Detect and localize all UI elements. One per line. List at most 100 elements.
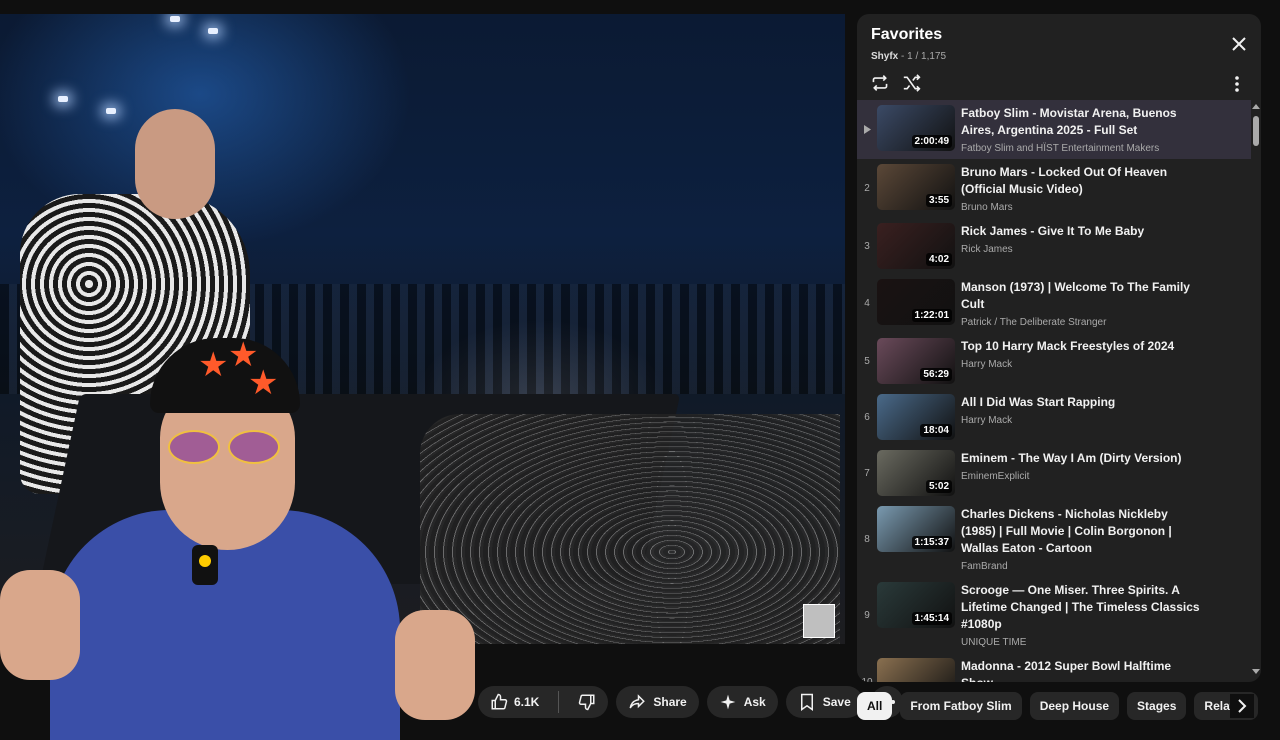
playlist-item-index: 3 bbox=[864, 240, 870, 252]
video-thumbnail[interactable]: 1:15:37 bbox=[877, 506, 955, 552]
playlist-item-index: 6 bbox=[864, 411, 870, 423]
playlist-item-index: 8 bbox=[864, 533, 870, 545]
loop-icon bbox=[872, 75, 888, 91]
share-button[interactable]: Share bbox=[616, 686, 699, 718]
now-playing-indicator bbox=[857, 105, 877, 154]
video-title[interactable]: Scrooge — One Miser. Three Spirits. A Li… bbox=[961, 582, 1201, 633]
ask-button[interactable]: Ask bbox=[706, 686, 778, 718]
chip-deep-house[interactable]: Deep House bbox=[1029, 692, 1120, 720]
playlist-scrollbar[interactable] bbox=[1252, 104, 1260, 674]
smiley-icon bbox=[199, 555, 211, 567]
video-title[interactable]: All I Did Was Start Rapping bbox=[961, 394, 1201, 411]
chip-stages[interactable]: Stages bbox=[1127, 692, 1187, 720]
playlist-item-index: 4 bbox=[864, 298, 870, 309]
video-thumbnail[interactable]: 1:22:01 bbox=[877, 279, 955, 325]
video-channel[interactable]: Harry Mack bbox=[961, 415, 1201, 426]
video-meta: Eminem - The Way I Am (Dirty Version) Emi… bbox=[961, 450, 1201, 496]
divider bbox=[558, 691, 560, 713]
dj-head bbox=[135, 109, 215, 219]
video-thumbnail[interactable]: 18:04 bbox=[877, 394, 955, 440]
video-channel[interactable]: FamBrand bbox=[961, 561, 1201, 572]
video-duration: 1:15:37 bbox=[911, 536, 952, 549]
video-channel[interactable]: Bruno Mars bbox=[961, 202, 1201, 213]
playlist-item[interactable]: 1012:53Madonna - 2012 Super Bowl Halftim… bbox=[857, 653, 1251, 682]
video-channel[interactable]: UNIQUE TIME bbox=[961, 637, 1201, 648]
video-thumbnail[interactable]: 56:29 bbox=[877, 338, 955, 384]
video-title[interactable]: Top 10 Harry Mack Freestyles of 2024 bbox=[961, 338, 1201, 355]
video-thumbnail[interactable]: 3:55 bbox=[877, 164, 955, 210]
stage-light bbox=[58, 96, 68, 102]
playlist-item[interactable]: 5 56:29 Top 10 Harry Mack Freestyles of 20… bbox=[857, 333, 1251, 389]
playlist-item[interactable]: 2:00:49 Fatboy Slim - Movistar Arena, Bue… bbox=[857, 100, 1251, 159]
video-title[interactable]: Eminem - The Way I Am (Dirty Version) bbox=[961, 450, 1201, 467]
video-channel[interactable]: Harry Mack bbox=[961, 359, 1201, 370]
stage-light bbox=[170, 16, 180, 22]
shuffle-button[interactable] bbox=[901, 72, 923, 94]
playlist-item[interactable]: 8 1:15:37 Charles Dickens - Nicholas Nickl… bbox=[857, 501, 1251, 577]
video-meta: Manson (1973) | Welcome To The Family Cu… bbox=[961, 279, 1201, 328]
star-icon: ★ bbox=[198, 346, 229, 384]
video-thumbnail[interactable]: 12:53 bbox=[877, 658, 955, 682]
like-count: 6.1K bbox=[514, 695, 540, 709]
shuffle-icon bbox=[903, 74, 921, 92]
chip-from-fatboy-slim[interactable]: From Fatboy Slim bbox=[900, 692, 1022, 720]
loop-button[interactable] bbox=[869, 72, 891, 94]
stage-light bbox=[208, 28, 218, 34]
playlist-item[interactable]: 6 18:04 All I Did Was Start Rapping Harry M… bbox=[857, 389, 1251, 445]
close-icon bbox=[1232, 37, 1246, 51]
video-meta: Bruno Mars - Locked Out Of Heaven (Offic… bbox=[961, 164, 1201, 213]
playlist-controls bbox=[869, 72, 923, 94]
video-thumbnail[interactable]: 1:45:14 bbox=[877, 582, 955, 628]
like-button[interactable]: 6.1K bbox=[478, 686, 551, 718]
video-meta: Rick James - Give It To Me Baby Rick Jame… bbox=[961, 223, 1201, 269]
save-button[interactable]: Save bbox=[785, 686, 863, 718]
video-duration: 18:04 bbox=[920, 424, 952, 437]
video-meta: All I Did Was Start Rapping Harry Mack bbox=[961, 394, 1201, 440]
video-duration: 2:00:49 bbox=[911, 135, 952, 148]
video-channel[interactable]: Patrick / The Deliberate Stranger bbox=[961, 317, 1201, 328]
video-channel[interactable]: Rick James bbox=[961, 244, 1201, 255]
video-channel[interactable]: Fatboy Slim and HÏST Entertainment Maker… bbox=[961, 143, 1201, 154]
video-duration: 1:22:01 bbox=[911, 309, 952, 322]
playlist-item-index: 5 bbox=[864, 355, 870, 367]
thumbs-down-icon bbox=[578, 693, 596, 711]
scroll-up-arrow[interactable] bbox=[1252, 104, 1260, 109]
playlist-item[interactable]: 7 5:02 Eminem - The Way I Am (Dirty Versio… bbox=[857, 445, 1251, 501]
dislike-button[interactable] bbox=[566, 686, 608, 718]
video-title[interactable]: Charles Dickens - Nicholas Nickleby (198… bbox=[961, 506, 1201, 557]
scroll-thumb[interactable] bbox=[1253, 116, 1259, 146]
video-duration: 1:45:14 bbox=[911, 612, 952, 625]
chips-next-button[interactable] bbox=[1230, 694, 1254, 718]
save-label: Save bbox=[822, 695, 851, 709]
close-playlist-button[interactable] bbox=[1229, 34, 1249, 54]
playlist-title[interactable]: Favorites bbox=[871, 26, 1247, 44]
video-duration: 5:02 bbox=[925, 480, 952, 493]
video-channel[interactable]: EminemExplicit bbox=[961, 471, 1201, 482]
video-title[interactable]: Manson (1973) | Welcome To The Family Cu… bbox=[961, 279, 1201, 313]
video-meta: Top 10 Harry Mack Freestyles of 2024 Harr… bbox=[961, 338, 1201, 384]
playlist-header: Favorites Shyfx - 1 / 1,175 bbox=[857, 14, 1261, 102]
playlist-item-index: 7 bbox=[864, 467, 870, 479]
video-title[interactable]: Madonna - 2012 Super Bowl Halftime Show bbox=[961, 658, 1201, 682]
video-thumbnail[interactable]: 5:02 bbox=[877, 450, 955, 496]
video-title[interactable]: Fatboy Slim - Movistar Arena, Buenos Air… bbox=[961, 105, 1201, 139]
sparkle-icon bbox=[719, 693, 737, 711]
chip-all[interactable]: All bbox=[857, 692, 893, 720]
video-title[interactable]: Rick James - Give It To Me Baby bbox=[961, 223, 1201, 240]
cables bbox=[420, 414, 840, 644]
playlist-menu-button[interactable] bbox=[1227, 74, 1247, 94]
video-thumbnail[interactable]: 4:02 bbox=[877, 223, 955, 269]
video-meta: Fatboy Slim - Movistar Arena, Buenos Air… bbox=[961, 105, 1201, 154]
playlist-item[interactable]: 4 1:22:01 Manson (1973) | Welcome To The F… bbox=[857, 274, 1251, 333]
video-duration: 3:55 bbox=[925, 194, 952, 207]
webcam-overlay: ★ ★ ★ bbox=[0, 330, 480, 740]
playlist-item[interactable]: 3 4:02 Rick James - Give It To Me Baby Rick… bbox=[857, 218, 1251, 274]
video-thumbnail[interactable]: 2:00:49 bbox=[877, 105, 955, 151]
playlist-item[interactable]: 9 1:45:14 Scrooge — One Miser. Three Spiri… bbox=[857, 577, 1251, 653]
playlist-owner[interactable]: Shyfx bbox=[871, 51, 898, 62]
video-title[interactable]: Bruno Mars - Locked Out Of Heaven (Offic… bbox=[961, 164, 1201, 198]
action-bar: 6.1K Share Ask Save bbox=[478, 686, 903, 722]
playlist-item[interactable]: 2 3:55 Bruno Mars - Locked Out Of Heaven (… bbox=[857, 159, 1251, 218]
video-duration: 4:02 bbox=[925, 253, 952, 266]
scroll-down-arrow[interactable] bbox=[1252, 669, 1260, 674]
